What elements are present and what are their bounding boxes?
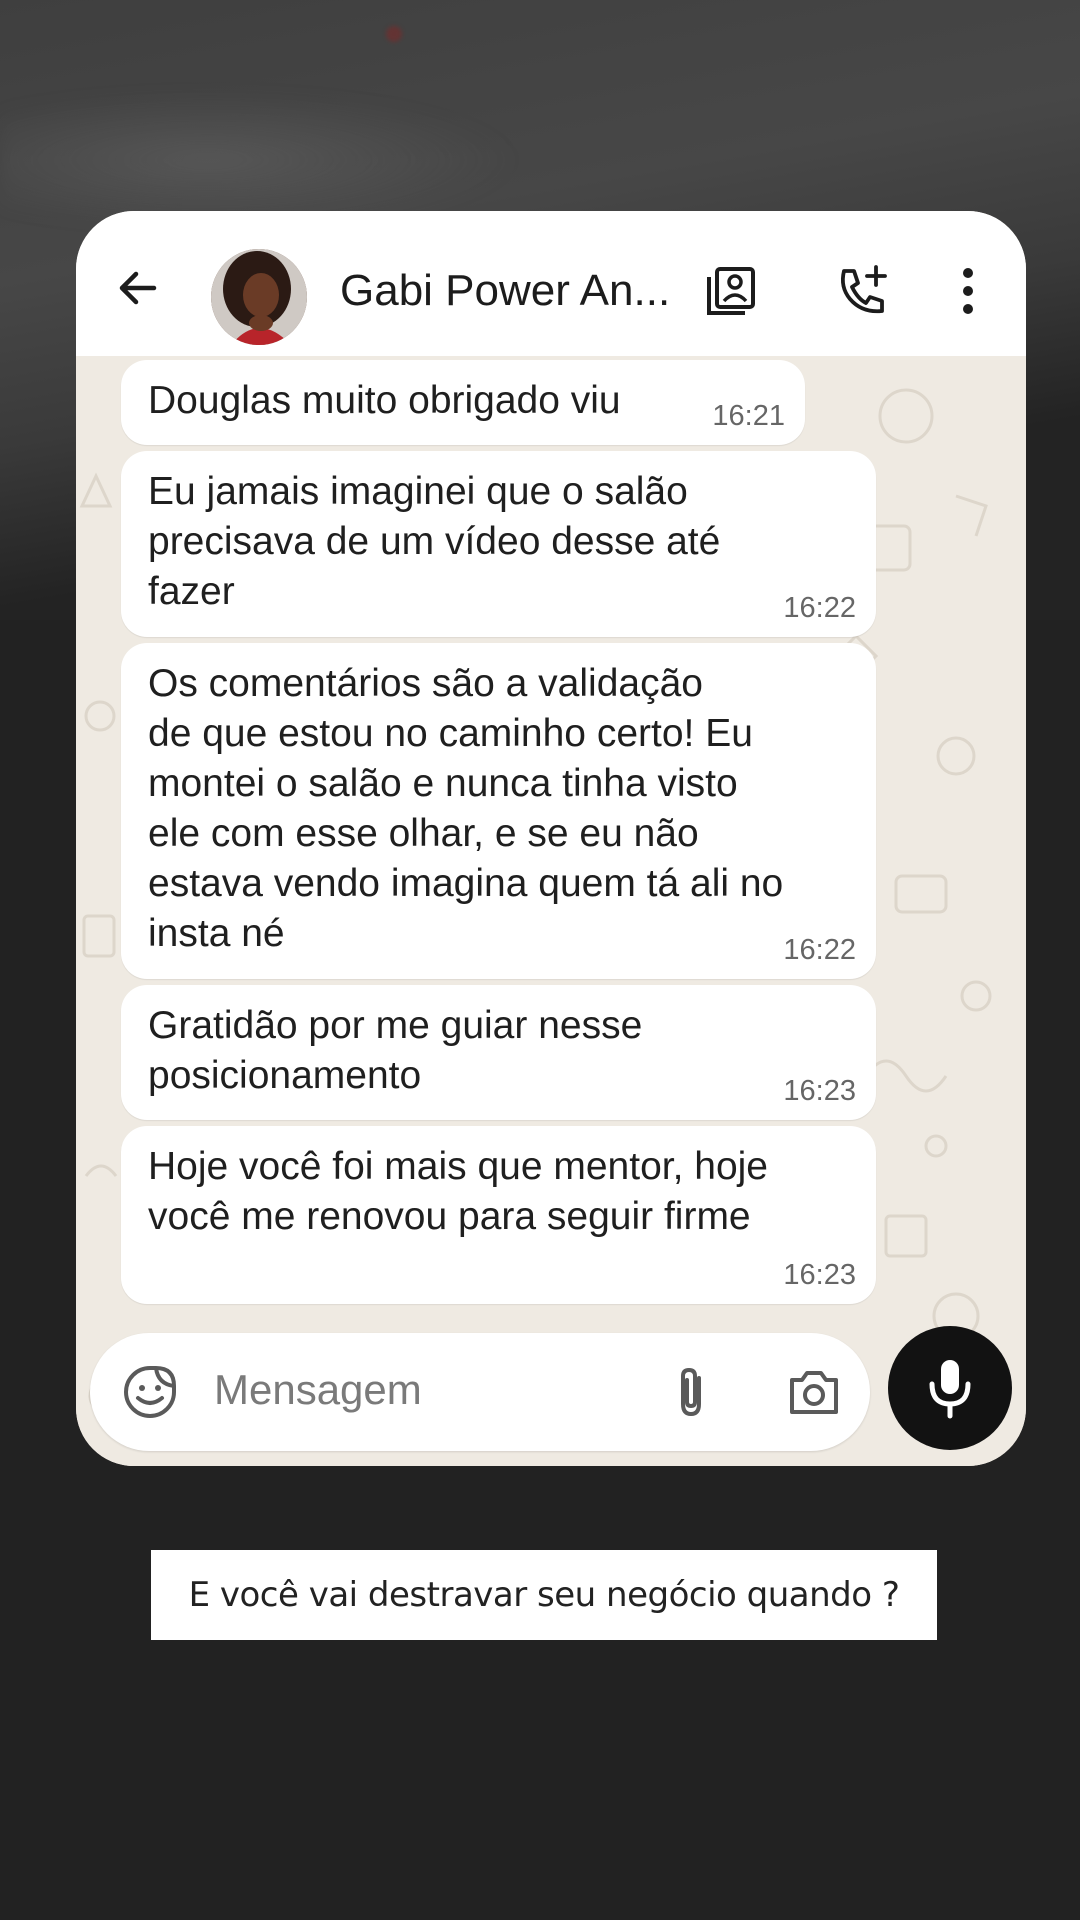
message-time: 16:22 (783, 592, 856, 624)
attach-icon[interactable] (661, 1362, 721, 1422)
message-time: 16:22 (783, 934, 856, 966)
background-blur-shape (0, 90, 520, 230)
contact-card-icon[interactable] (701, 261, 761, 321)
message-composer (90, 1333, 870, 1451)
message-text: Douglas muito obrigado viu (148, 379, 621, 422)
message-text: Eu jamais imaginei que o salão precisava… (148, 470, 721, 613)
message-text: Os comentários são a validação de que es… (148, 662, 784, 955)
message-bubble[interactable]: Gratidão por me guiar nesse posicionamen… (121, 985, 876, 1120)
avatar-photo (211, 249, 307, 345)
arrow-left-icon[interactable] (114, 264, 162, 312)
more-vertical-icon[interactable] (938, 261, 998, 321)
message-time: 16:23 (783, 1075, 856, 1107)
chat-area: Douglas muito obrigado viu 16:21 Eu jama… (76, 356, 1026, 1466)
message-bubble[interactable]: Eu jamais imaginei que o salão precisava… (121, 451, 876, 637)
chat-header: Gabi Power An... (76, 211, 1026, 356)
message-time: 16:21 (712, 400, 785, 432)
message-text: Gratidão por me guiar nesse posicionamen… (148, 1004, 643, 1097)
message-bubble[interactable]: Os comentários são a validação de que es… (121, 643, 876, 979)
message-input[interactable] (214, 1366, 614, 1414)
chat-screenshot-card: Gabi Power An... Douglas muito obrigado … (76, 211, 1026, 1466)
background-dot (386, 26, 402, 42)
avatar[interactable] (211, 249, 307, 345)
mic-button[interactable] (888, 1326, 1012, 1450)
contact-name[interactable]: Gabi Power An... (340, 266, 670, 316)
sticker-icon[interactable] (120, 1362, 180, 1422)
mic-icon (929, 1360, 971, 1419)
add-call-icon[interactable] (832, 261, 892, 321)
message-time: 16:23 (783, 1259, 856, 1291)
message-text: Hoje você foi mais que mentor, hoje você… (148, 1145, 769, 1238)
caption-box: E você vai destravar seu negócio quando … (151, 1550, 937, 1640)
camera-icon[interactable] (784, 1362, 844, 1422)
message-bubble[interactable]: Hoje você foi mais que mentor, hoje você… (121, 1126, 876, 1304)
message-bubble[interactable]: Douglas muito obrigado viu 16:21 (121, 360, 805, 445)
caption-text: E você vai destravar seu negócio quando … (188, 1575, 900, 1615)
